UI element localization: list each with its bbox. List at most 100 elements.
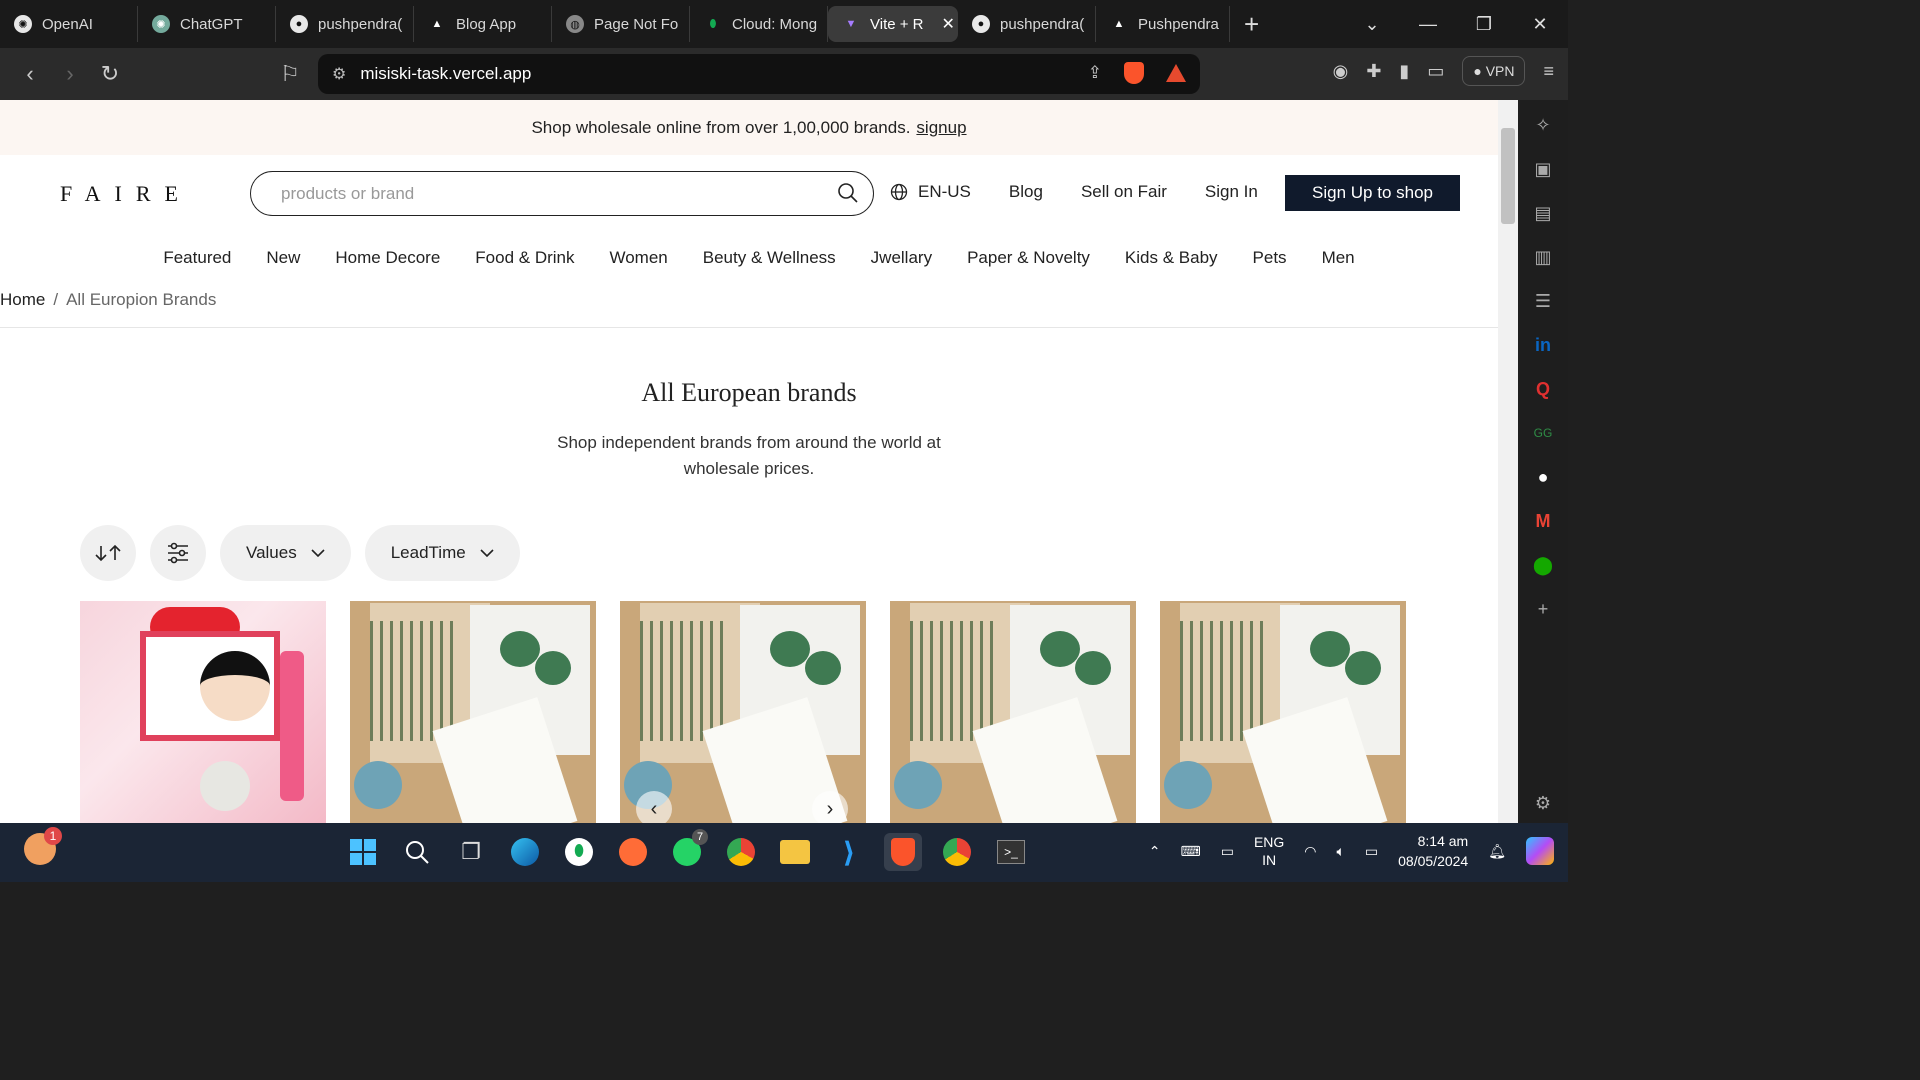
- category-featured[interactable]: Featured: [163, 248, 231, 268]
- signin-link[interactable]: Sign In: [1205, 182, 1258, 202]
- input-language[interactable]: ENG IN: [1254, 833, 1284, 869]
- task-view-button[interactable]: ❐: [452, 833, 490, 871]
- tor-icon[interactable]: ◉: [1333, 61, 1349, 82]
- bookmark-icon[interactable]: ⚐: [270, 61, 310, 87]
- bell-icon[interactable]: 🔔︎: [1488, 843, 1506, 860]
- category-kids-baby[interactable]: Kids & Baby: [1125, 248, 1218, 268]
- category-beauty-wellness[interactable]: Beuty & Wellness: [703, 248, 836, 268]
- tab-chatgpt[interactable]: ✺ ChatGPT: [138, 6, 276, 42]
- tab-github-2[interactable]: ● pushpendra(: [958, 6, 1096, 42]
- sort-button[interactable]: [80, 525, 136, 581]
- bookmarks-icon[interactable]: ▥: [1532, 246, 1554, 268]
- playlist-icon[interactable]: ▣: [1532, 158, 1554, 180]
- add-panel-icon[interactable]: +: [1532, 598, 1554, 620]
- gmail-icon[interactable]: M: [1532, 510, 1554, 532]
- chevron-up-icon[interactable]: ⌃: [1149, 843, 1161, 860]
- weather-widget[interactable]: 1: [24, 827, 62, 865]
- scrollbar-thumb[interactable]: [1501, 128, 1515, 224]
- filter-settings-button[interactable]: [150, 525, 206, 581]
- brave-app[interactable]: [884, 833, 922, 871]
- signup-button[interactable]: Sign Up to shop: [1285, 175, 1460, 211]
- wallet-icon[interactable]: ▤: [1532, 202, 1554, 224]
- category-men[interactable]: Men: [1322, 248, 1355, 268]
- back-button[interactable]: ‹: [10, 61, 50, 87]
- tab-cloud-mongo[interactable]: ⬮ Cloud: Mong: [690, 6, 828, 42]
- product-card-notebook[interactable]: [350, 601, 596, 823]
- github-icon[interactable]: ●: [1532, 466, 1554, 488]
- reading-list-icon[interactable]: ☰: [1532, 290, 1554, 312]
- chrome-app-2[interactable]: [938, 833, 976, 871]
- battery-icon[interactable]: ▭: [1365, 843, 1378, 860]
- wifi-icon[interactable]: ◠: [1304, 843, 1316, 860]
- mongodb-compass-app[interactable]: ⬮: [560, 833, 598, 871]
- tab-openai[interactable]: ✺ OpenAI: [0, 6, 138, 42]
- url-text[interactable]: misiski-task.vercel.app: [360, 64, 531, 84]
- chrome-app[interactable]: [722, 833, 760, 871]
- page-scrollbar[interactable]: [1498, 100, 1518, 823]
- file-explorer-app[interactable]: [776, 833, 814, 871]
- tab-github-1[interactable]: ● pushpendra(: [276, 6, 414, 42]
- close-tab-icon[interactable]: ✕: [942, 14, 955, 34]
- leadtime-dropdown[interactable]: LeadTime: [364, 525, 520, 581]
- carousel-next-arrow[interactable]: ›: [812, 791, 848, 823]
- geeksforgeeks-icon[interactable]: GG: [1532, 422, 1554, 444]
- product-card-notebook[interactable]: [890, 601, 1136, 823]
- tab-vite-active[interactable]: ▼ Vite + R ✕: [828, 6, 958, 42]
- site-settings-icon[interactable]: ⚙: [332, 64, 346, 84]
- volume-icon[interactable]: 🔈︎: [1337, 843, 1345, 860]
- category-pets[interactable]: Pets: [1253, 248, 1287, 268]
- search-bar[interactable]: [250, 171, 874, 216]
- category-home-decore[interactable]: Home Decore: [335, 248, 440, 268]
- category-food-drink[interactable]: Food & Drink: [475, 248, 574, 268]
- tab-blog-app[interactable]: ▲ Blog App: [414, 6, 552, 42]
- vpn-button[interactable]: ● VPN: [1462, 56, 1526, 86]
- category-new[interactable]: New: [266, 248, 300, 268]
- tab-page-not-found[interactable]: ◍ Page Not Fo: [552, 6, 690, 42]
- blog-link[interactable]: Blog: [1009, 182, 1043, 202]
- search-input[interactable]: [281, 183, 821, 204]
- faire-logo[interactable]: FAIRE: [60, 181, 192, 207]
- product-card-beauty[interactable]: [80, 601, 326, 823]
- linkedin-icon[interactable]: in: [1532, 334, 1554, 356]
- search-button[interactable]: [398, 833, 436, 871]
- sidebar-toggle-icon[interactable]: ▮: [1399, 61, 1409, 82]
- edge-app[interactable]: [506, 833, 544, 871]
- close-window-button[interactable]: ✕: [1512, 14, 1568, 35]
- keyboard-icon[interactable]: ⌨: [1180, 843, 1200, 860]
- brave-rewards-icon[interactable]: [1166, 64, 1186, 82]
- reload-button[interactable]: ↻: [90, 61, 130, 87]
- extensions-icon[interactable]: ✚: [1366, 61, 1381, 82]
- language-selector[interactable]: EN-US: [890, 182, 971, 202]
- display-icon[interactable]: ▭: [1221, 843, 1234, 860]
- wallet-icon[interactable]: ▭: [1427, 61, 1444, 82]
- menu-icon[interactable]: ≡: [1543, 61, 1554, 82]
- upwork-icon[interactable]: ⬤: [1532, 554, 1554, 576]
- whatsapp-app[interactable]: 7: [668, 829, 708, 871]
- minimize-button[interactable]: —: [1400, 14, 1456, 35]
- quora-icon[interactable]: Q: [1532, 378, 1554, 400]
- settings-icon[interactable]: ⚙: [1532, 792, 1554, 814]
- vscode-app[interactable]: ⟩: [830, 833, 868, 871]
- start-button[interactable]: [344, 833, 382, 871]
- postman-app[interactable]: [614, 833, 652, 871]
- tab-pushpendra[interactable]: ▲ Pushpendra: [1096, 6, 1230, 42]
- breadcrumb-home[interactable]: Home: [0, 290, 45, 310]
- values-dropdown[interactable]: Values: [220, 525, 351, 581]
- category-paper-novelty[interactable]: Paper & Novelty: [967, 248, 1090, 268]
- category-jewellery[interactable]: Jwellary: [871, 248, 932, 268]
- new-tab-button[interactable]: +: [1230, 9, 1273, 40]
- leo-ai-icon[interactable]: ✧: [1532, 114, 1554, 136]
- address-bar[interactable]: ⚙ misiski-task.vercel.app ⇪: [318, 54, 1200, 94]
- sell-link[interactable]: Sell on Fair: [1081, 182, 1167, 202]
- clock[interactable]: 8:14 am 08/05/2024: [1398, 831, 1468, 871]
- product-card-notebook-carousel[interactable]: ‹ ›: [620, 601, 866, 823]
- brave-shields-icon[interactable]: [1124, 62, 1144, 84]
- category-women[interactable]: Women: [609, 248, 667, 268]
- share-icon[interactable]: ⇪: [1088, 63, 1102, 83]
- copilot-icon[interactable]: [1526, 837, 1554, 865]
- product-card-notebook[interactable]: [1160, 601, 1406, 823]
- promo-signup-link[interactable]: signup: [916, 118, 966, 138]
- search-icon[interactable]: [837, 182, 859, 204]
- forward-button[interactable]: ›: [50, 61, 90, 87]
- restore-button[interactable]: ❐: [1456, 14, 1512, 35]
